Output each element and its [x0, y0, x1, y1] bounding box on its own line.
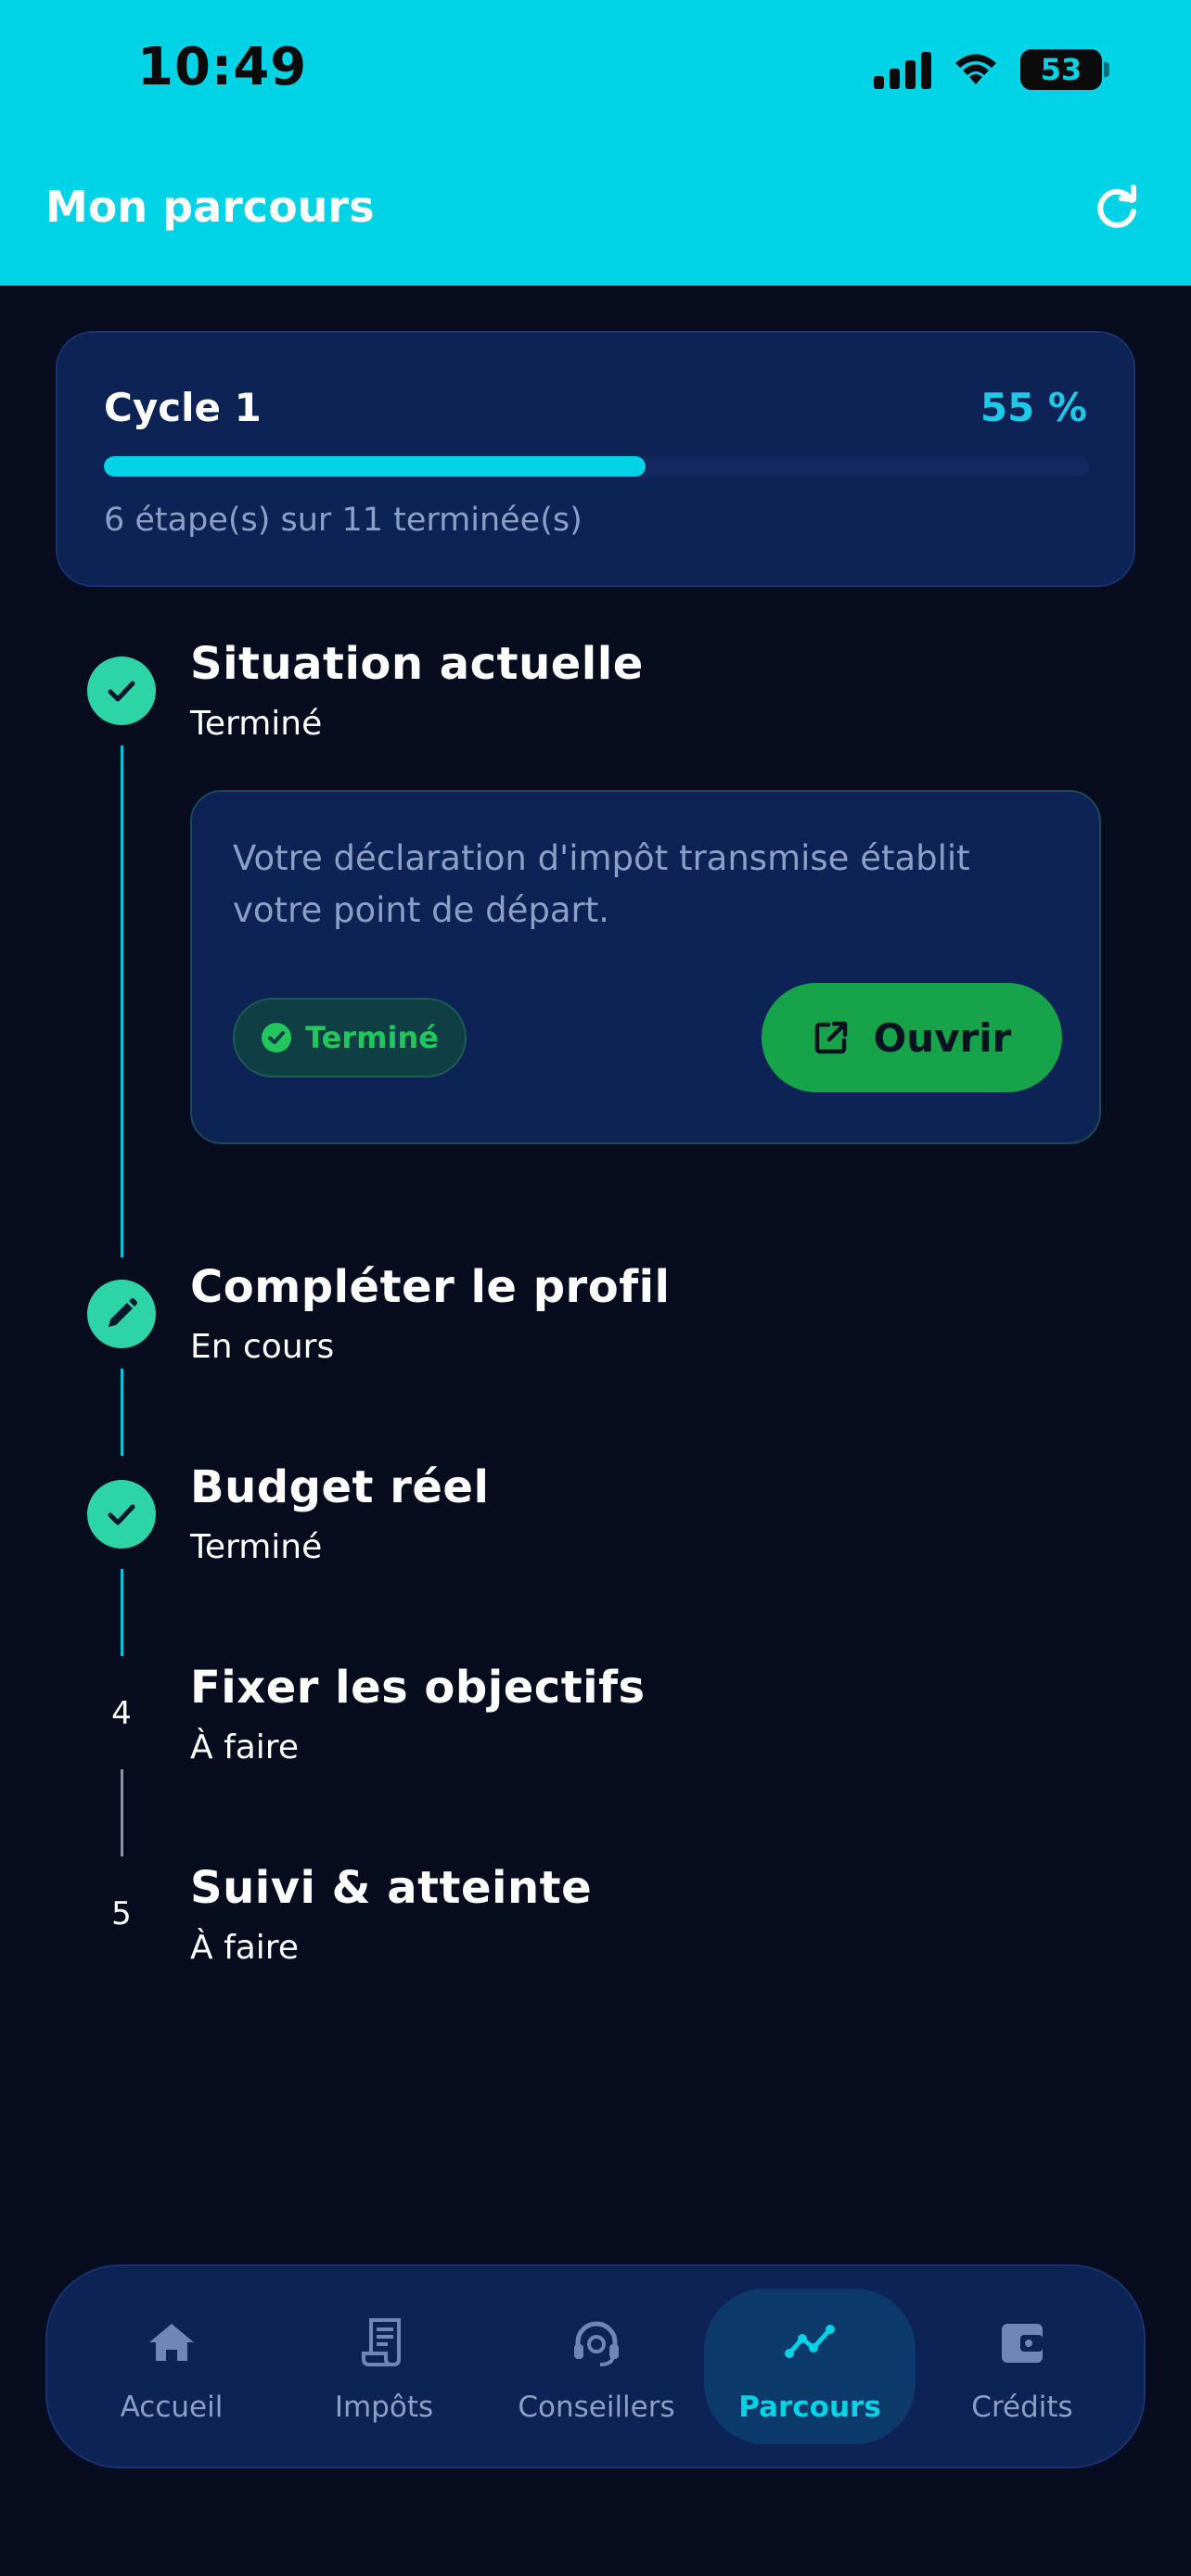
nav-label: Crédits: [971, 2391, 1073, 2424]
home-icon: [149, 2324, 194, 2361]
headset-icon: [574, 2321, 619, 2366]
trend-icon: [785, 2325, 835, 2358]
refresh-icon[interactable]: [1091, 182, 1143, 234]
step-status: À faire: [190, 1929, 299, 1967]
open-button-label: Ouvrir: [873, 1014, 1012, 1061]
cycle-summary: 6 étape(s) sur 11 terminée(s): [104, 502, 583, 539]
nav-label: Conseillers: [518, 2391, 675, 2424]
nav-label: Accueil: [120, 2391, 224, 2424]
cycle-card: Cycle 1 55 % 6 étape(s) sur 11 terminée(…: [56, 331, 1135, 587]
step-done-marker: [87, 657, 156, 725]
page-title: Mon parcours: [45, 182, 375, 232]
cycle-percent: 55 %: [980, 385, 1087, 430]
nav-item-impots[interactable]: Impôts: [278, 2316, 490, 2437]
status-icons: 53: [874, 46, 1109, 93]
check-icon: [108, 1504, 135, 1525]
status-badge-label: Terminé: [305, 1020, 439, 1055]
nav-item-conseillers[interactable]: Conseillers: [491, 2316, 702, 2437]
step-done-marker: [87, 1480, 156, 1549]
open-button[interactable]: Ouvrir: [762, 983, 1062, 1092]
step-title[interactable]: Suivi & atteinte: [190, 1862, 592, 1914]
step-status: Terminé: [190, 1528, 323, 1566]
step-status: Terminé: [190, 705, 323, 743]
step-title[interactable]: Compléter le profil: [190, 1261, 670, 1313]
step-number: 5: [111, 1895, 132, 1932]
nav-item-accueil[interactable]: Accueil: [66, 2316, 277, 2437]
check-circle-icon: [262, 1023, 292, 1052]
status-time: 10:49: [137, 37, 308, 97]
step-status: À faire: [190, 1728, 299, 1766]
step-title[interactable]: Fixer les objectifs: [190, 1662, 646, 1714]
wifi-icon: [955, 54, 996, 84]
battery-level: 53: [1040, 52, 1082, 87]
step-number: 4: [111, 1695, 132, 1732]
step-detail-card: Votre déclaration d'impôt transmise étab…: [190, 790, 1101, 1144]
cycle-progress-fill: [104, 456, 647, 477]
step-title[interactable]: Situation actuelle: [190, 638, 644, 690]
step-status: En cours: [190, 1328, 335, 1366]
receipt-icon: [362, 2318, 401, 2366]
timeline-connector: [121, 1569, 123, 1656]
bottom-navigation: Accueil Impôts Conseillers Parcours Créd…: [45, 2264, 1146, 2468]
wallet-icon: [1002, 2324, 1043, 2363]
signal-icon: [874, 50, 931, 89]
timeline-connector: [121, 746, 123, 1257]
step-description: Votre déclaration d'impôt transmise étab…: [233, 838, 970, 930]
nav-label: Impôts: [334, 2391, 434, 2424]
pencil-icon: [109, 1298, 137, 1327]
cycle-progress-bar: [104, 456, 1089, 477]
status-badge: Terminé: [233, 998, 467, 1078]
external-link-icon: [814, 1021, 847, 1054]
battery-icon: 53: [1020, 49, 1109, 90]
nav-item-parcours[interactable]: Parcours: [704, 2316, 916, 2437]
app-header: 10:49 53 Mon parcours: [0, 0, 1191, 286]
nav-label: Parcours: [738, 2391, 881, 2424]
step-in-progress-marker: [87, 1280, 156, 1348]
cycle-title: Cycle 1: [104, 385, 262, 430]
nav-item-credits[interactable]: Crédits: [916, 2316, 1128, 2437]
timeline-connector: [121, 1769, 123, 1856]
check-icon: [108, 681, 135, 702]
timeline-connector: [121, 1369, 123, 1456]
step-title[interactable]: Budget réel: [190, 1461, 489, 1513]
